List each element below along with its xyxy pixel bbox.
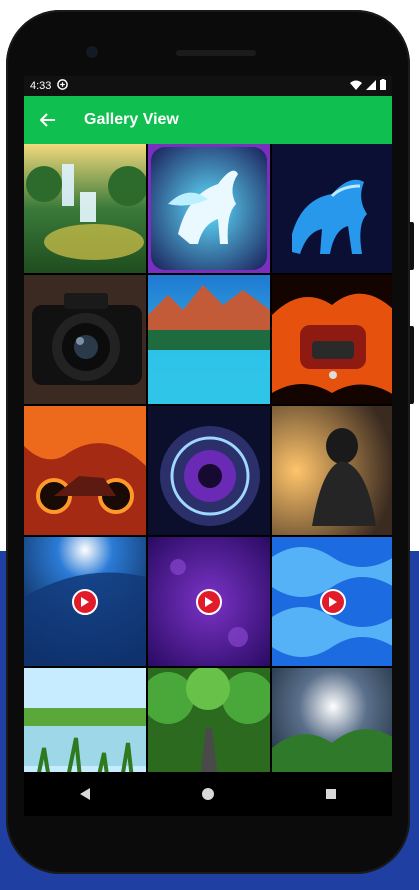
front-camera [86, 46, 98, 58]
gallery-item-flame-horse[interactable] [272, 144, 392, 273]
nav-back-button[interactable] [70, 779, 100, 809]
app-bar: Gallery View [24, 96, 392, 144]
nav-home-button[interactable] [193, 779, 223, 809]
gallery-item-purple-texture[interactable] [148, 537, 270, 666]
gallery-item-unicorn[interactable] [148, 144, 270, 273]
triangle-back-icon [80, 788, 91, 800]
signal-icon [366, 79, 376, 93]
gallery-item-waterfall[interactable] [24, 144, 146, 273]
circle-home-icon [201, 788, 214, 800]
wifi-icon [350, 80, 362, 93]
gallery-grid [24, 144, 392, 797]
back-button[interactable] [24, 96, 72, 144]
earpiece-speaker [176, 50, 256, 56]
gallery-item-earth-sunrise[interactable] [24, 537, 146, 666]
gallery-item-hooded-figure[interactable] [272, 406, 392, 535]
play-icon [196, 588, 222, 615]
gallery-item-fire-car[interactable] [272, 275, 392, 404]
play-icon [320, 588, 346, 615]
square-recents-icon [325, 789, 336, 799]
page-title: Gallery View [84, 111, 179, 128]
battery-icon [380, 79, 386, 93]
gallery-item-blue-waves[interactable] [272, 537, 392, 666]
navigation-bar [24, 772, 392, 816]
gallery-item-mountain-lake[interactable] [148, 275, 270, 404]
gallery-item-fire-motorcycle[interactable] [24, 406, 146, 535]
gallery-item-lens-eye[interactable] [148, 406, 270, 535]
play-icon [72, 588, 98, 615]
nav-recents-button[interactable] [316, 779, 346, 809]
app-notification-icon [57, 79, 69, 93]
status-time: 4:33 [30, 80, 52, 92]
gallery-item-camera[interactable] [24, 275, 146, 404]
phone-screen: 4:33 Gallery View [24, 76, 392, 816]
arrow-left-icon [39, 113, 55, 127]
status-bar: 4:33 [24, 76, 392, 96]
